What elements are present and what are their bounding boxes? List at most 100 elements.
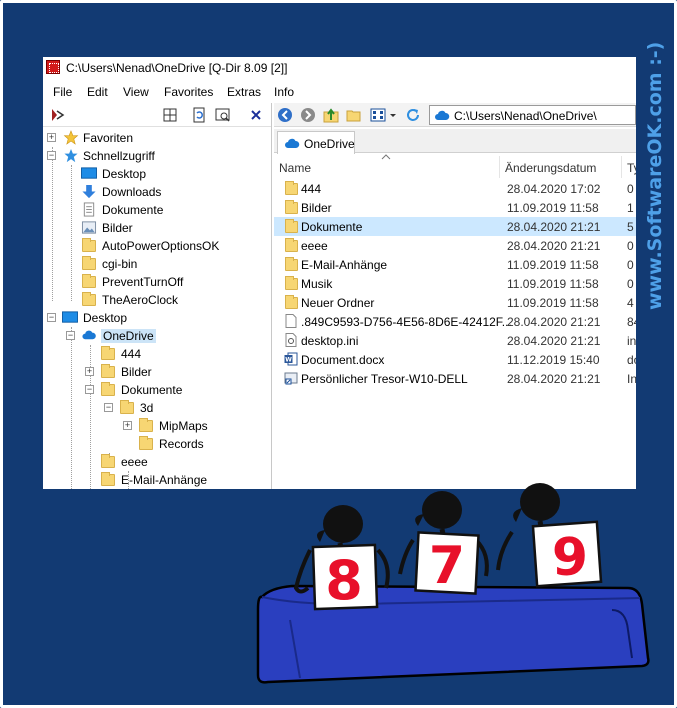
collapse-toggle-icon[interactable]: − (85, 385, 94, 394)
file-type: do (627, 353, 636, 367)
tree-item-bilder[interactable]: Bilder (43, 219, 271, 237)
tree-item-label: Desktop (102, 167, 147, 181)
tree-item-label: MipMaps (159, 419, 208, 433)
open-folder-icon[interactable] (346, 107, 362, 123)
refresh-icon[interactable] (405, 107, 421, 123)
file-row-email-anhaenge[interactable]: E-Mail-Anhänge 11.09.2019 11:58 0 (274, 255, 636, 274)
tab-label: OneDrive (304, 137, 355, 151)
tree-item-theaeroclock[interactable]: TheAeroClock (43, 291, 271, 309)
view-mode-icon[interactable] (370, 107, 386, 123)
column-date[interactable]: Änderungsdatum (500, 156, 622, 178)
column-name[interactable]: Name (274, 154, 500, 178)
tree-item-autopoweroptionsok[interactable]: AutoPowerOptionsOK (43, 237, 271, 255)
layout-grid-icon[interactable] (162, 107, 178, 123)
collapse-toggle-icon[interactable]: − (47, 151, 56, 160)
tree-item-preventturnoff[interactable]: PreventTurnOff (43, 273, 271, 291)
folder-icon (285, 181, 298, 195)
folder-icon (285, 219, 298, 233)
column-date-label: Änderungsdatum (505, 161, 597, 175)
file-row-musik[interactable]: Musik 11.09.2019 11:58 0 (274, 274, 636, 293)
folder-icon (82, 292, 96, 306)
pin-star-icon (64, 148, 78, 163)
watermark-text: www.SoftwareOK.com :-) (644, 42, 666, 310)
tree-root-icon[interactable] (49, 107, 65, 123)
svg-text:W: W (285, 357, 292, 364)
file-row-eeee[interactable]: eeee 28.04.2020 21:21 0 (274, 236, 636, 255)
file-row-desktop-ini[interactable]: desktop.ini 28.04.2020 21:21 in (274, 331, 636, 350)
collapse-toggle-icon[interactable]: − (104, 403, 113, 412)
tree-toolbar (43, 103, 271, 127)
menu-file[interactable]: File (53, 85, 72, 99)
tree-item-444[interactable]: 444 (43, 345, 271, 363)
tree-item-bilder-sub[interactable]: + Bilder (43, 363, 271, 381)
file-date: 28.04.2020 21:21 (507, 315, 601, 329)
expand-toggle-icon[interactable]: + (47, 133, 56, 142)
expand-toggle-icon[interactable]: + (123, 421, 132, 430)
file-row-bilder[interactable]: Bilder 11.09.2019 11:58 1 (274, 198, 636, 217)
folder-icon (139, 418, 153, 432)
tree-item-desktop[interactable]: Desktop (43, 165, 271, 183)
menu-info[interactable]: Info (274, 85, 294, 99)
collapse-toggle-icon[interactable]: − (47, 313, 56, 322)
tree-item-label: TheAeroClock (102, 293, 179, 307)
up-folder-icon[interactable] (323, 107, 339, 123)
collapse-toggle-icon[interactable]: − (66, 331, 75, 340)
address-bar[interactable]: C:\Users\Nenad\OneDrive\ (429, 105, 636, 125)
menu-edit[interactable]: Edit (87, 85, 108, 99)
score-card-middle: 7 (414, 531, 480, 596)
file-name: Neuer Ordner (301, 296, 375, 310)
tree-item-downloads[interactable]: Downloads (43, 183, 271, 201)
tree-item-onedrive[interactable]: − OneDrive (43, 327, 271, 345)
folder-icon (101, 346, 115, 360)
expand-toggle-icon[interactable]: + (85, 367, 94, 376)
file-row-document-docx[interactable]: W Document.docx 11.12.2019 15:40 do (274, 350, 636, 369)
file-row-tresor[interactable]: Persönlicher Tresor-W10-DELL 28.04.2020 … (274, 369, 636, 388)
back-arrow-icon[interactable] (277, 107, 293, 123)
forward-arrow-icon[interactable] (300, 107, 316, 123)
settings-file-icon (285, 333, 297, 347)
tree-item-label: Bilder (121, 365, 152, 379)
tree-item-mipmaps[interactable]: + MipMaps (43, 417, 271, 435)
menu-extras[interactable]: Extras (227, 85, 261, 99)
folder-tree-pane: + Favoriten − Schnellzugriff Desktop Dow… (43, 103, 272, 489)
tree-item-label: Schnellzugriff (83, 149, 155, 163)
file-row-neuer-ordner[interactable]: Neuer Ordner 11.09.2019 11:58 4 (274, 293, 636, 312)
tree-item-schnellzugriff[interactable]: − Schnellzugriff (43, 147, 271, 165)
sync-document-icon[interactable] (191, 107, 207, 123)
column-type[interactable]: Ty (622, 156, 636, 178)
address-path: C:\Users\Nenad\OneDrive\ (454, 109, 597, 123)
file-row-444[interactable]: 444 28.04.2020 17:02 0 (274, 179, 636, 198)
qdir-window: C:\Users\Nenad\OneDrive [Q-Dir 8.09 [2]]… (43, 57, 636, 489)
file-date: 28.04.2020 17:02 (507, 182, 601, 196)
tree-item-records[interactable]: Records (43, 435, 271, 453)
tree-item-dokumente-sub[interactable]: − Dokumente (43, 381, 271, 399)
file-row-dokumente[interactable]: Dokumente 28.04.2020 21:21 5 (274, 217, 636, 236)
folder-icon (101, 382, 115, 396)
menu-favorites[interactable]: Favorites (164, 85, 213, 99)
tree-item-label: 3d (140, 401, 154, 415)
menu-view[interactable]: View (123, 85, 149, 99)
chevron-down-icon[interactable] (388, 107, 398, 123)
window-title: C:\Users\Nenad\OneDrive [Q-Dir 8.09 [2]] (66, 61, 288, 75)
tab-onedrive[interactable]: OneDrive (277, 131, 355, 154)
score-card-left: 8 (311, 543, 379, 612)
download-arrow-icon (82, 184, 96, 199)
folder-icon (82, 256, 96, 270)
search-window-icon[interactable] (215, 107, 231, 123)
tree-item-label: Favoriten (83, 131, 134, 145)
file-row-guid-file[interactable]: .849C9593-D756-4E56-8D6E-42412F... 28.04… (274, 312, 636, 331)
folder-icon (82, 238, 96, 252)
tree-item-eeee[interactable]: eeee (43, 453, 271, 471)
file-date: 11.09.2019 11:58 (507, 258, 599, 272)
tree-item-3d[interactable]: − 3d (43, 399, 271, 417)
file-name: E-Mail-Anhänge (301, 258, 388, 272)
tree-item-favoriten[interactable]: + Favoriten (43, 129, 271, 147)
folder-icon (285, 238, 298, 252)
file-name: Persönlicher Tresor-W10-DELL (301, 372, 468, 386)
file-name: eeee (301, 239, 328, 253)
tree-item-cgi-bin[interactable]: cgi-bin (43, 255, 271, 273)
pictures-icon (81, 221, 97, 234)
tree-item-dokumente[interactable]: Dokumente (43, 201, 271, 219)
close-icon[interactable] (248, 107, 264, 123)
tree-item-desktop-root[interactable]: − Desktop (43, 309, 271, 327)
